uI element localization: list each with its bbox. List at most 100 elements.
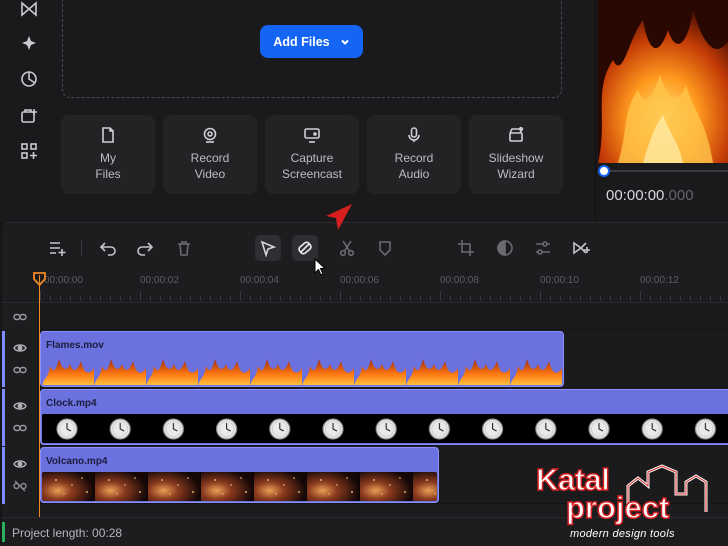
- track-row-1: Flames.mov: [38, 331, 728, 388]
- ruler-tick: [600, 296, 601, 301]
- track-header-2: [2, 389, 38, 446]
- clip-volcano[interactable]: Volcano.mp4: [40, 447, 439, 503]
- ruler-tick-label: 00:00:12: [640, 275, 679, 286]
- ruler-tick: [660, 296, 661, 301]
- add-files-button[interactable]: Add Files: [260, 25, 363, 58]
- ruler-tick: [330, 296, 331, 301]
- annotation-arrow-icon: [326, 204, 352, 230]
- ruler-tick: [560, 296, 561, 301]
- ruler-tick: [410, 296, 411, 301]
- eye-icon[interactable]: [13, 341, 27, 355]
- ruler-tick: [440, 291, 441, 301]
- ruler-tick: [450, 296, 451, 301]
- capture-screencast-button[interactable]: Capture Screencast: [265, 115, 359, 194]
- project-length: Project length: 00:28: [12, 526, 123, 540]
- ruler-tick: [350, 296, 351, 301]
- file-icon: [102, 127, 114, 143]
- record-video-button[interactable]: Record Video: [163, 115, 257, 194]
- ruler-tick: [500, 296, 501, 301]
- ruler-tick: [490, 296, 491, 301]
- properties-button[interactable]: [530, 235, 556, 261]
- ruler-tick: [510, 296, 511, 301]
- ruler-tick: [320, 296, 321, 301]
- apps-grid-icon[interactable]: [20, 142, 38, 160]
- eye-icon[interactable]: [13, 457, 27, 471]
- color-adjust-button[interactable]: [492, 235, 518, 261]
- ruler-tick: [570, 296, 571, 301]
- ruler-tick: [340, 291, 341, 301]
- slideshow-wizard-button[interactable]: Slideshow Wizard: [469, 115, 563, 194]
- ruler-tick: [140, 291, 141, 301]
- ruler-tick: [710, 296, 711, 301]
- timeline-ruler[interactable]: 00:00:00 00:00:02 00:00:04 00:00:06 00:0…: [2, 271, 728, 303]
- marker-button[interactable]: [372, 235, 398, 261]
- stickers-icon[interactable]: [20, 70, 38, 88]
- global-track-header: [2, 304, 38, 330]
- left-sidebar: [0, 0, 58, 222]
- katal-project-watermark: Katal project modern design tools: [530, 461, 728, 546]
- transitions-icon[interactable]: [20, 0, 38, 18]
- record-audio-button[interactable]: Record Audio: [367, 115, 461, 194]
- preview-scrubber-track[interactable]: [600, 170, 728, 172]
- ruler-tick: [100, 296, 101, 301]
- split-button[interactable]: [334, 235, 360, 261]
- sparkle-effects-icon[interactable]: [20, 34, 38, 52]
- clip-name: Clock.mp4: [46, 398, 97, 409]
- video-preview[interactable]: [598, 0, 728, 163]
- add-transition-button[interactable]: [568, 235, 594, 261]
- clip-flames[interactable]: Flames.mov: [40, 331, 564, 387]
- clip-thumbnail-strip: [42, 414, 728, 443]
- chevron-down-icon: [340, 39, 349, 45]
- scissors-icon: [339, 240, 355, 257]
- timecode-main: 00:00:00: [606, 187, 665, 204]
- ruler-tick: [590, 296, 591, 301]
- ruler-tick: [280, 296, 281, 301]
- ruler-tick-label: 00:00:06: [340, 275, 379, 286]
- timeline-toolbar: [2, 223, 728, 271]
- clip-thumbnail-strip: [42, 356, 562, 385]
- delete-button[interactable]: [171, 235, 197, 261]
- watermark-tagline: modern design tools: [570, 528, 675, 540]
- undo-button[interactable]: [95, 235, 121, 261]
- ruler-tick: [630, 296, 631, 301]
- ruler-tick: [120, 296, 121, 301]
- redo-button[interactable]: [132, 235, 158, 261]
- playhead-line[interactable]: [39, 275, 40, 537]
- add-track-button[interactable]: [44, 235, 70, 261]
- preview-scrubber-handle[interactable]: [598, 165, 610, 177]
- playhead-handle[interactable]: [33, 272, 46, 286]
- transition-add-icon: [573, 241, 590, 255]
- ruler-tick: [430, 296, 431, 301]
- add-track-icon: [50, 242, 66, 256]
- export-bag-icon[interactable]: [20, 106, 38, 124]
- ruler-tick-label: 00:00:04: [240, 275, 279, 286]
- eye-icon[interactable]: [13, 399, 27, 413]
- microphone-icon: [408, 127, 420, 142]
- undo-icon: [99, 242, 116, 256]
- track-row-2: Clock.mp4: [38, 389, 728, 446]
- crop-button[interactable]: [453, 235, 479, 261]
- ruler-tick: [620, 296, 621, 301]
- track-header-3: [2, 447, 38, 504]
- select-tool-button[interactable]: [255, 235, 281, 261]
- ruler-tick-label: 00:00:08: [440, 275, 479, 286]
- my-files-button[interactable]: My Files: [61, 115, 155, 194]
- ruler-tick: [210, 296, 211, 301]
- ruler-tick: [180, 296, 181, 301]
- ruler-tick: [690, 296, 691, 301]
- ruler-tick: [200, 296, 201, 301]
- preview-panel: 00:00:00.000: [595, 0, 728, 222]
- ruler-tick-label: 00:00:10: [540, 275, 579, 286]
- contrast-icon: [497, 240, 513, 256]
- link-icon[interactable]: [13, 310, 27, 324]
- ruler-tick: [50, 296, 51, 301]
- clip-clock[interactable]: Clock.mp4: [40, 389, 728, 445]
- clip-thumbnail-strip: [42, 472, 437, 501]
- link-icon[interactable]: [13, 421, 27, 435]
- card-label: Slideshow Wizard: [488, 151, 544, 181]
- link-icon[interactable]: [13, 363, 27, 377]
- ruler-tick: [640, 291, 641, 301]
- audio-muted-icon[interactable]: [13, 479, 27, 493]
- ruler-tick: [80, 296, 81, 301]
- mouse-cursor-icon: [314, 258, 326, 276]
